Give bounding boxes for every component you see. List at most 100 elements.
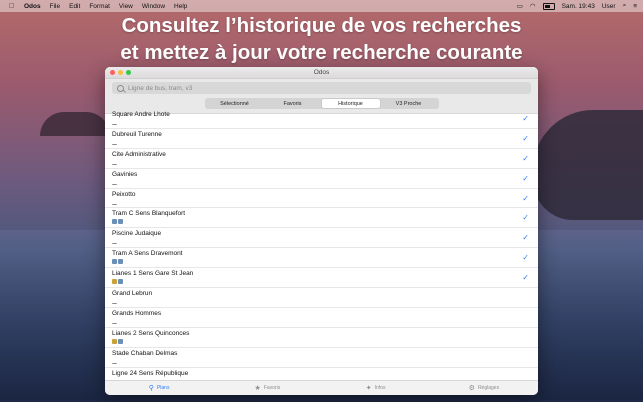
transport-modes: [112, 299, 117, 305]
menu-user[interactable]: User: [602, 3, 616, 10]
list-item-name: Tram C Sens Blanquefort: [112, 210, 186, 218]
list-item[interactable]: Gavinies ✓: [105, 169, 538, 189]
menu-bar:  Odos File Edit Format View Window Help…: [0, 0, 643, 12]
segment-historique[interactable]: Historique: [321, 99, 380, 108]
list-item[interactable]: Square Andre Lhote ✓: [105, 109, 538, 129]
list-item-name: Tram A Sens Dravemont: [112, 250, 183, 258]
list-item-name: Lianes 1 Sens Gare St Jean: [112, 270, 194, 278]
transport-modes: [112, 319, 117, 324]
minimize-window-button[interactable]: [118, 70, 123, 75]
menu-app-name[interactable]: Odos: [24, 3, 41, 10]
checkmark-icon: ✓: [522, 173, 529, 183]
search-field[interactable]: Ligne de bus, tram, v3: [112, 82, 531, 94]
walk-icon: [112, 319, 117, 324]
transport-modes: [112, 140, 117, 145]
wallpaper-island-left: [40, 112, 110, 136]
tram-icon: [112, 259, 117, 265]
transport-modes: [112, 120, 117, 125]
list-item[interactable]: Cite Administrative ✓: [105, 149, 538, 169]
list-item-name: Dubreuil Turenne: [112, 130, 162, 138]
transport-modes: [112, 180, 117, 185]
menu-format[interactable]: Format: [89, 3, 110, 10]
walk-icon: [112, 239, 117, 245]
checkmark-icon: ✓: [522, 133, 529, 143]
transport-modes: [112, 338, 123, 344]
zoom-window-button[interactable]: [126, 70, 131, 75]
app-window: Odos Ligne de bus, tram, v3 Sélectionné …: [105, 67, 538, 395]
walk-icon: [112, 180, 117, 185]
list-item-name: Cite Administrative: [112, 150, 166, 158]
history-list: Square Andre Lhote ✓ Dubreuil Turenne ✓ Cite…: [105, 109, 538, 381]
menu-window[interactable]: Window: [142, 3, 165, 10]
wifi-icon[interactable]: ◠: [530, 2, 536, 10]
walk-icon: [112, 160, 117, 165]
tab-reglages[interactable]: ⚙ Réglages: [430, 381, 538, 395]
segment-favoris[interactable]: Favoris: [264, 99, 322, 108]
list-item[interactable]: Dubreuil Turenne ✓: [105, 129, 538, 149]
transport-modes: [112, 160, 117, 165]
menu-clock[interactable]: Sam. 19:43: [562, 3, 595, 10]
map-pin-icon: ⚲: [148, 385, 154, 392]
transport-modes: [112, 239, 117, 245]
star-icon: ★: [254, 385, 261, 392]
list-item[interactable]: Grands Hommes: [105, 308, 538, 328]
list-item-name: Piscine Judaique: [112, 230, 162, 238]
checkmark-icon: ✓: [522, 253, 529, 263]
list-item-name: Grand Lebrun: [112, 290, 153, 298]
tab-favoris[interactable]: ★ Favoris: [213, 381, 321, 395]
list-item-name: Grands Hommes: [112, 309, 162, 317]
battery-icon[interactable]: [542, 2, 555, 10]
tab-plans[interactable]: ⚲ Plans: [105, 381, 213, 395]
walk-icon: [112, 200, 117, 205]
bus-icon: [112, 279, 117, 285]
checkmark-icon: ✓: [522, 273, 529, 283]
checkmark-icon: ✓: [522, 153, 529, 163]
close-window-button[interactable]: [110, 70, 115, 75]
list-item-name: Peixotto: [112, 190, 136, 198]
menu-help[interactable]: Help: [174, 3, 187, 10]
checkmark-icon: ✓: [522, 114, 529, 123]
menu-edit[interactable]: Edit: [69, 3, 80, 10]
headline-line-1: Consultez l’historique de vos recherches: [121, 14, 522, 37]
menu-file[interactable]: File: [50, 3, 60, 10]
tram-icon: [118, 219, 123, 225]
apple-menu-icon[interactable]: : [9, 3, 17, 10]
transport-modes: [112, 359, 117, 364]
segment-v3-proche[interactable]: V3 Proche: [380, 99, 438, 108]
tab-infos[interactable]: ✦ Infos: [322, 381, 430, 395]
walk-icon: [112, 120, 117, 125]
tab-label: Infos: [374, 385, 386, 391]
window-titlebar[interactable]: Odos: [105, 67, 538, 79]
list-item[interactable]: Piscine Judaique ✓: [105, 228, 538, 249]
list-item[interactable]: Lianes 2 Sens Quinconces: [105, 328, 538, 348]
airplay-icon[interactable]: ▭: [517, 2, 523, 10]
list-item[interactable]: Lianes 1 Sens Gare St Jean ✓: [105, 268, 538, 289]
bird-icon: ✦: [365, 385, 372, 392]
headline-line-2: et mettez à jour votre recherche courant…: [120, 41, 523, 64]
spotlight-search-icon[interactable]: ⌕: [623, 2, 627, 10]
list-item[interactable]: Grand Lebrun: [105, 288, 538, 308]
window-title: Odos: [313, 69, 330, 76]
control-center-icon[interactable]: ≡: [633, 3, 637, 10]
wallpaper-island-right: [533, 110, 643, 220]
segmented-control: Sélectionné Favoris Historique V3 Proche: [204, 98, 439, 109]
tab-label: Favoris: [263, 385, 281, 391]
list-item[interactable]: Ligne 24 Sens République: [105, 368, 538, 381]
checkmark-icon: ✓: [522, 233, 529, 243]
gear-icon: ⚙: [468, 385, 475, 392]
tab-bar: ⚲ Plans ★ Favoris ✦ Infos ⚙ Réglages: [105, 380, 538, 395]
walk-icon: [112, 299, 117, 305]
list-item[interactable]: Tram A Sens Dravemont ✓: [105, 248, 538, 269]
list-item[interactable]: Tram C Sens Blanquefort ✓: [105, 208, 538, 229]
walk-icon: [112, 140, 117, 145]
checkmark-icon: ✓: [522, 193, 529, 203]
transport-modes: [112, 279, 123, 285]
list-item-name: Lianes 2 Sens Quinconces: [112, 329, 190, 337]
tab-label: Réglages: [477, 385, 500, 391]
menu-view[interactable]: View: [119, 3, 133, 10]
list-item-name: Square Andre Lhote: [112, 111, 170, 118]
segment-selectionne[interactable]: Sélectionné: [206, 99, 264, 108]
list-item[interactable]: Peixotto ✓: [105, 189, 538, 209]
list-item[interactable]: Stade Chaban Delmas: [105, 348, 538, 368]
marketing-headline: Consultez l’historique de vos recherches…: [0, 12, 643, 66]
